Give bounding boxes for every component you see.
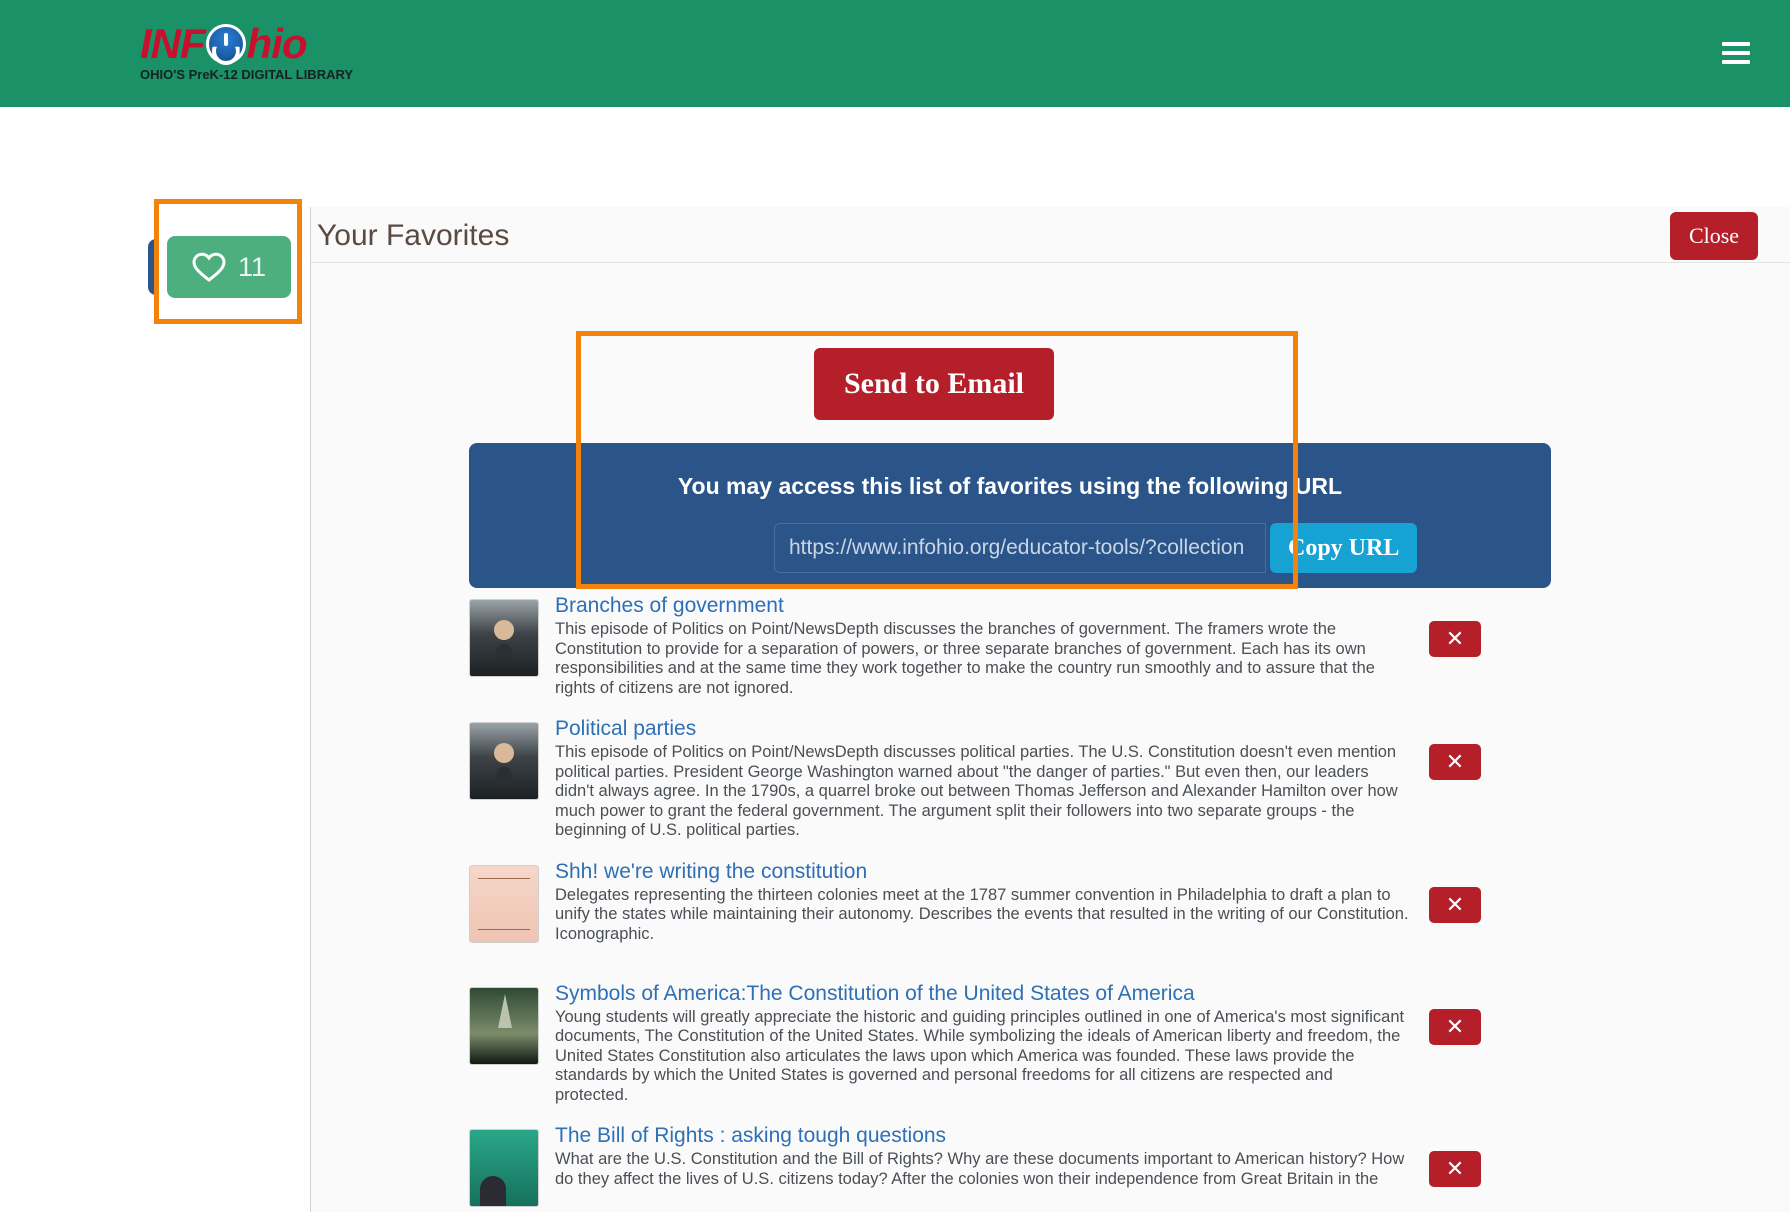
list-item: Branches of government This episode of Po… xyxy=(311,593,1790,698)
remove-favorite-button[interactable]: ✕ xyxy=(1429,1008,1481,1045)
list-item-text: Shh! we're writing the constitution Deleg… xyxy=(539,859,1419,945)
list-item-title-link[interactable]: The Bill of Rights : asking tough questi… xyxy=(555,1123,1409,1149)
copy-url-button[interactable]: Copy URL xyxy=(1270,523,1418,573)
remove-favorite-button[interactable]: ✕ xyxy=(1429,621,1481,657)
list-item: The Bill of Rights : asking tough questi… xyxy=(311,1123,1790,1212)
list-item-title-link[interactable]: Shh! we're writing the constitution xyxy=(555,859,1409,885)
remove-favorite-button[interactable]: ✕ xyxy=(1429,744,1481,780)
list-item-text: Political parties This episode of Politic… xyxy=(539,716,1419,841)
remove-favorite-button[interactable]: ✕ xyxy=(1429,1151,1481,1187)
logo-tagline: OHIO'S PreK-12 DIGITAL LIBRARY xyxy=(140,67,354,82)
list-item-title-link[interactable]: Branches of government xyxy=(555,593,1409,619)
site-header: INF hio OHIO'S PreK-12 DIGITAL LIBRARY xyxy=(0,0,1790,107)
favorites-count: 11 xyxy=(237,251,267,282)
share-url-input[interactable] xyxy=(774,523,1266,573)
favorites-list: Branches of government This episode of Po… xyxy=(311,593,1790,1212)
logo-wordmark: INF hio xyxy=(140,20,308,67)
thumbnail-shh-writing-the-constitution xyxy=(469,864,539,943)
favorites-button[interactable]: 11 xyxy=(167,236,291,298)
hamburger-bar xyxy=(1722,42,1750,46)
remove-favorite-button[interactable]: ✕ xyxy=(1429,886,1481,923)
list-item-text: Symbols of America:The Constitution of t… xyxy=(539,981,1419,1106)
hamburger-bar xyxy=(1722,51,1750,55)
thumbnail-branches-of-government xyxy=(469,599,539,677)
hamburger-bar xyxy=(1722,60,1750,64)
list-item-text: Branches of government This episode of Po… xyxy=(539,593,1419,698)
share-url-row: Copy URL xyxy=(774,523,1418,573)
favorites-panel-header: Your Favorites Close xyxy=(311,207,1790,263)
list-item-description: This episode of Politics on Point/NewsDe… xyxy=(555,620,1375,697)
thumbnail-political-parties xyxy=(469,722,539,800)
send-to-email-button[interactable]: Send to Email xyxy=(814,348,1054,420)
search-toolbar: 11 Search ✕ xyxy=(0,107,1790,324)
list-item-description: This episode of Politics on Point/NewsDe… xyxy=(555,743,1398,839)
favorites-panel: Your Favorites Close You may access this… xyxy=(310,207,1790,1212)
share-url-message: You may access this list of favorites us… xyxy=(677,473,1343,499)
logo-text-after: hio xyxy=(246,20,308,67)
list-item: Symbols of America:The Constitution of t… xyxy=(311,981,1790,1106)
list-item-title-link[interactable]: Political parties xyxy=(555,716,1409,742)
logo-text-before: INF xyxy=(140,20,206,67)
list-item: Shh! we're writing the constitution Deleg… xyxy=(311,859,1790,963)
list-item-title-link[interactable]: Symbols of America:The Constitution of t… xyxy=(555,981,1409,1007)
list-item-description: What are the U.S. Constitution and the B… xyxy=(555,1150,1405,1188)
list-item-text: The Bill of Rights : asking tough questi… xyxy=(539,1123,1419,1189)
close-button[interactable]: Close xyxy=(1670,212,1758,260)
list-item-description: Delegates representing the thirteen colo… xyxy=(555,885,1409,943)
thumbnail-bill-of-rights xyxy=(469,1129,539,1207)
list-item: Political parties This episode of Politic… xyxy=(311,716,1790,841)
page-title: Your Favorites xyxy=(317,219,510,252)
hamburger-menu-icon[interactable] xyxy=(1722,42,1750,64)
list-item-description: Young students will greatly appreciate t… xyxy=(555,1007,1405,1104)
infohio-logo[interactable]: INF hio OHIO'S PreK-12 DIGITAL LIBRARY xyxy=(140,20,354,83)
heart-icon xyxy=(192,252,226,282)
thumbnail-symbols-of-america xyxy=(469,986,539,1065)
page-root: INF hio OHIO'S PreK-12 DIGITAL LIBRARY 1… xyxy=(0,0,1790,1212)
power-symbol-icon xyxy=(205,24,246,64)
share-url-panel: You may access this list of favorites us… xyxy=(469,443,1551,588)
